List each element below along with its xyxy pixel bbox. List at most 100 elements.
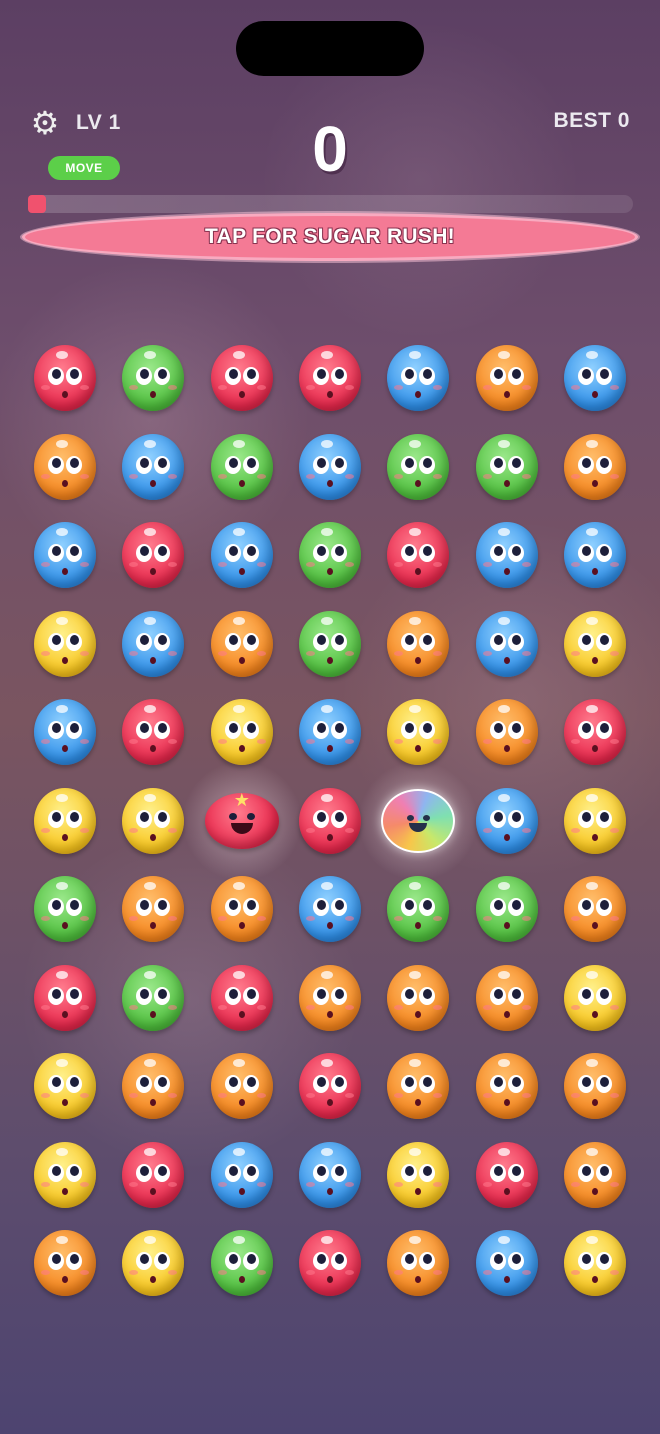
board-cell[interactable]	[462, 777, 550, 866]
red-candy[interactable]	[210, 964, 273, 1031]
board-cell[interactable]	[374, 511, 462, 600]
board-cell[interactable]	[21, 1131, 109, 1220]
blue-candy[interactable]	[34, 699, 97, 766]
board-cell[interactable]	[374, 954, 462, 1043]
board-cell[interactable]	[286, 334, 374, 423]
board-cell[interactable]	[198, 423, 286, 512]
orange-candy[interactable]	[563, 876, 626, 943]
board-cell[interactable]	[551, 511, 639, 600]
green-candy[interactable]	[210, 1230, 273, 1297]
board-cell[interactable]	[21, 777, 109, 866]
orange-candy[interactable]	[563, 1053, 626, 1120]
orange-candy[interactable]	[563, 1141, 626, 1208]
board-cell[interactable]	[286, 600, 374, 689]
yellow-candy[interactable]	[387, 1141, 450, 1208]
orange-candy[interactable]	[475, 345, 538, 412]
red-candy[interactable]	[122, 522, 185, 589]
board-cell[interactable]	[374, 423, 462, 512]
board-cell[interactable]	[109, 865, 197, 954]
board-cell[interactable]	[198, 334, 286, 423]
board-cell[interactable]	[21, 423, 109, 512]
board-cell[interactable]	[551, 954, 639, 1043]
board-cell[interactable]	[462, 1131, 550, 1220]
orange-candy[interactable]	[387, 964, 450, 1031]
yellow-candy[interactable]	[34, 787, 97, 854]
orange-candy[interactable]	[122, 1053, 185, 1120]
board-cell[interactable]	[286, 1219, 374, 1308]
rainbow-candy-special[interactable]	[381, 788, 456, 853]
red-candy[interactable]	[563, 699, 626, 766]
board-cell[interactable]	[109, 1042, 197, 1131]
board-cell[interactable]	[551, 1042, 639, 1131]
board-cell[interactable]	[462, 1219, 550, 1308]
blue-candy[interactable]	[563, 345, 626, 412]
board-cell[interactable]	[462, 688, 550, 777]
board-cell[interactable]	[109, 511, 197, 600]
blue-candy[interactable]	[299, 1141, 362, 1208]
board-cell[interactable]	[286, 423, 374, 512]
board-cell[interactable]	[21, 511, 109, 600]
board-cell[interactable]	[21, 1042, 109, 1131]
yellow-candy[interactable]	[34, 1141, 97, 1208]
blue-candy[interactable]	[210, 1141, 273, 1208]
blue-candy[interactable]	[475, 610, 538, 677]
blue-candy[interactable]	[475, 1230, 538, 1297]
red-candy[interactable]	[210, 345, 273, 412]
board-cell[interactable]	[286, 1042, 374, 1131]
blue-candy[interactable]	[299, 876, 362, 943]
board-cell[interactable]	[198, 954, 286, 1043]
board-cell[interactable]	[109, 423, 197, 512]
board-cell[interactable]	[374, 865, 462, 954]
yellow-candy[interactable]	[122, 1230, 185, 1297]
board-cell[interactable]	[551, 777, 639, 866]
board-cell[interactable]	[286, 688, 374, 777]
green-candy[interactable]	[299, 522, 362, 589]
red-candy[interactable]	[299, 787, 362, 854]
board-cell[interactable]	[551, 423, 639, 512]
board-cell[interactable]	[198, 1131, 286, 1220]
red-candy[interactable]	[122, 699, 185, 766]
red-candy[interactable]	[299, 1230, 362, 1297]
board-cell[interactable]	[374, 1219, 462, 1308]
board-cell[interactable]	[198, 1219, 286, 1308]
board-cell[interactable]	[374, 1131, 462, 1220]
yellow-candy[interactable]	[563, 1230, 626, 1297]
board-cell[interactable]	[551, 688, 639, 777]
red-candy[interactable]	[299, 345, 362, 412]
yellow-candy[interactable]	[563, 787, 626, 854]
green-candy[interactable]	[299, 610, 362, 677]
board-cell[interactable]	[21, 600, 109, 689]
blue-candy[interactable]	[210, 522, 273, 589]
board-cell[interactable]	[462, 334, 550, 423]
green-candy[interactable]	[475, 876, 538, 943]
orange-candy[interactable]	[299, 964, 362, 1031]
orange-candy[interactable]	[387, 1230, 450, 1297]
board-cell[interactable]	[374, 334, 462, 423]
green-candy[interactable]	[122, 964, 185, 1031]
green-candy[interactable]	[475, 433, 538, 500]
board-cell[interactable]	[198, 1042, 286, 1131]
board-cell[interactable]	[286, 511, 374, 600]
red-candy[interactable]	[387, 522, 450, 589]
striped-candy-special[interactable]: ★	[204, 791, 279, 849]
board-cell[interactable]	[21, 688, 109, 777]
board-cell[interactable]	[21, 1219, 109, 1308]
board-cell[interactable]	[109, 600, 197, 689]
blue-candy[interactable]	[475, 787, 538, 854]
blue-candy[interactable]	[387, 345, 450, 412]
board-cell[interactable]	[198, 865, 286, 954]
red-candy[interactable]	[475, 1141, 538, 1208]
orange-candy[interactable]	[122, 876, 185, 943]
board-cell[interactable]	[198, 600, 286, 689]
orange-candy[interactable]	[210, 1053, 273, 1120]
board-cell[interactable]	[286, 954, 374, 1043]
blue-candy[interactable]	[299, 699, 362, 766]
orange-candy[interactable]	[563, 433, 626, 500]
board-cell[interactable]	[462, 1042, 550, 1131]
board-cell[interactable]	[551, 334, 639, 423]
orange-candy[interactable]	[387, 1053, 450, 1120]
board-cell[interactable]	[21, 865, 109, 954]
green-candy[interactable]	[387, 876, 450, 943]
board-cell[interactable]	[374, 1042, 462, 1131]
orange-candy[interactable]	[210, 610, 273, 677]
